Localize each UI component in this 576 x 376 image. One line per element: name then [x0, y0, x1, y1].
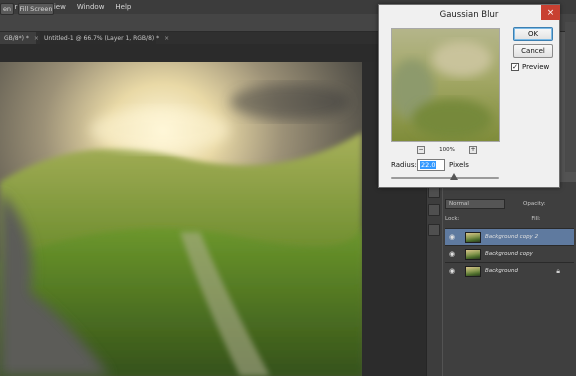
document-tab-1[interactable]: GB/8*) * ×	[0, 32, 39, 44]
preview-checkbox-row[interactable]: ✓ Preview	[511, 61, 557, 73]
document-canvas[interactable]	[0, 62, 362, 376]
radius-unit-label: Pixels	[449, 161, 469, 169]
zoom-out-icon[interactable]: −	[417, 146, 425, 154]
preview-label: Preview	[522, 63, 550, 71]
visibility-eye-icon[interactable]: ◉	[445, 250, 459, 258]
preview-zoom-row: − 100% +	[417, 145, 477, 155]
layers-lock-row: Lock: Fill:	[445, 212, 574, 226]
visibility-eye-icon[interactable]: ◉	[445, 233, 459, 241]
preview-checkbox[interactable]: ✓	[511, 63, 519, 71]
gaussian-blur-dialog: Gaussian Blur × − 100% + OK Cancel ✓ Pre…	[378, 4, 560, 188]
clone-source-icon[interactable]	[428, 224, 440, 236]
layer-thumbnail	[465, 265, 481, 277]
visibility-eye-icon[interactable]: ◉	[445, 267, 459, 275]
tab-2-label: Untitled-1 @ 66.7% (Layer 1, RGB/8) *	[44, 34, 160, 42]
zoom-level: 100%	[439, 147, 455, 153]
cancel-button[interactable]: Cancel	[513, 44, 553, 58]
radius-input[interactable]: 22.0	[417, 159, 445, 171]
layer-row-background-copy-2[interactable]: ◉ Background copy 2	[445, 228, 574, 245]
layer-row-background-copy[interactable]: ◉ Background copy	[445, 245, 574, 262]
dialog-title: Gaussian Blur	[379, 5, 559, 25]
radius-label: Radius:	[391, 161, 417, 169]
layer-name[interactable]: Background copy 2	[485, 234, 538, 240]
layer-name[interactable]: Background copy	[485, 251, 533, 257]
layer-thumbnail	[465, 248, 481, 260]
radius-value: 22.0	[420, 161, 437, 169]
canvas-top-area	[0, 44, 440, 62]
blur-preview-frame[interactable]	[391, 28, 500, 142]
lock-label: Lock:	[445, 216, 460, 222]
layer-thumbnail	[465, 231, 481, 243]
tab-2-close-icon[interactable]: ×	[164, 35, 169, 42]
opacity-label: Opacity:	[523, 201, 546, 207]
layer-name[interactable]: Background	[485, 268, 518, 274]
zoom-in-icon[interactable]: +	[468, 146, 477, 154]
panel-scroll-strip[interactable]	[565, 22, 576, 172]
menu-help[interactable]: Help	[115, 3, 131, 11]
layers-blend-row: Normal Opacity:	[445, 197, 574, 211]
brush-icon[interactable]	[428, 204, 440, 216]
radius-slider-thumb[interactable]	[449, 173, 458, 180]
ok-button[interactable]: OK	[513, 27, 553, 41]
blend-mode-select[interactable]: Normal	[445, 199, 505, 209]
layer-lock-icon: 🔒︎	[556, 266, 560, 275]
fill-label: Fill:	[531, 216, 541, 222]
landscape-photo	[0, 62, 362, 376]
blur-preview-image	[392, 29, 499, 141]
tab-1-close-icon[interactable]: ×	[34, 35, 39, 42]
options-button-partial[interactable]: en	[0, 3, 14, 15]
document-tab-2[interactable]: Untitled-1 @ 66.7% (Layer 1, RGB/8) * ×	[40, 32, 169, 44]
menu-window[interactable]: Window	[77, 3, 105, 11]
fill-screen-button[interactable]: Fill Screen	[18, 3, 54, 15]
tab-1-label: GB/8*) *	[4, 34, 29, 42]
layer-row-background[interactable]: ◉ Background 🔒︎	[445, 262, 574, 279]
dialog-close-icon[interactable]: ×	[541, 5, 560, 20]
radius-slider-track[interactable]	[391, 177, 499, 179]
